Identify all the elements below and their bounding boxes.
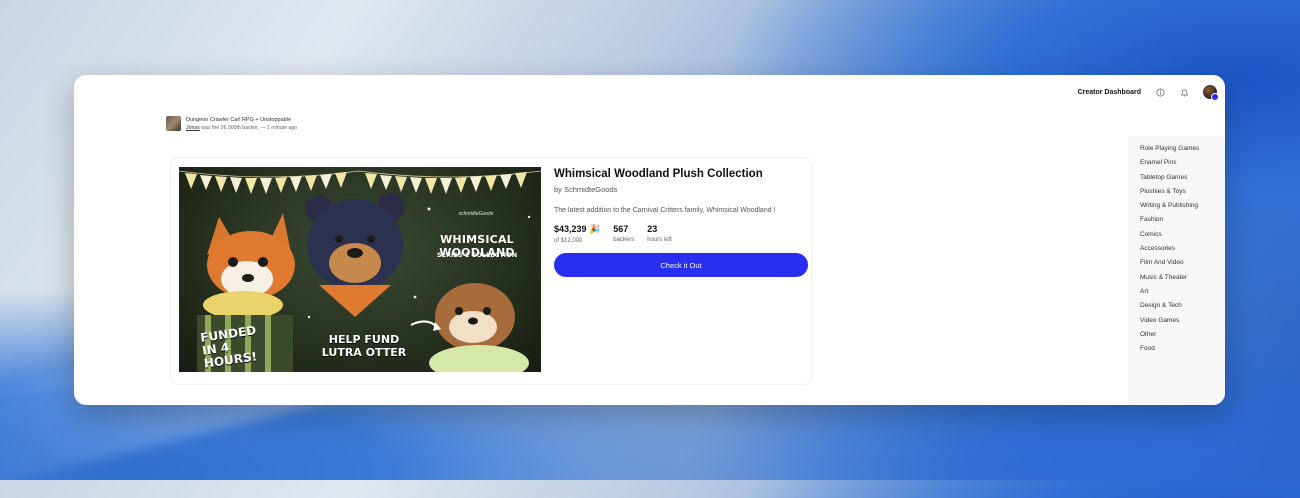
stat-backers-label: backers (613, 237, 635, 243)
stat-backers: 567 backers (613, 224, 634, 244)
category-item[interactable]: Music & Theater (1140, 271, 1225, 285)
category-item[interactable]: Plushies & Toys (1140, 185, 1225, 199)
stat-time-left-value: 23 (647, 224, 658, 234)
category-item[interactable]: Other (1140, 328, 1225, 342)
category-item[interactable]: Film And Video (1140, 256, 1225, 270)
check-it-out-button[interactable]: Check it Out (554, 253, 808, 277)
category-item[interactable]: Food (1140, 342, 1225, 356)
category-item[interactable]: Tabletop Games (1140, 171, 1225, 185)
category-item[interactable]: Role Playing Games (1140, 142, 1225, 156)
activity-feed-item[interactable]: Dungeon Crawler Carl RPG + Unstoppable J… (166, 116, 297, 132)
bell-icon[interactable] (1179, 87, 1189, 97)
activity-message: Jonas was the 26,000th backer. — 1 minut… (186, 124, 297, 132)
top-bar: Creator Dashboard (1078, 75, 1225, 109)
activity-project-thumbnail (166, 116, 181, 131)
category-item[interactable]: Comics (1140, 228, 1225, 242)
activity-text: was the 26,000th backer. (201, 125, 259, 131)
stat-backers-value: 567 (613, 224, 629, 234)
category-item[interactable]: Writing & Publishing (1140, 199, 1225, 213)
stat-pledged: $43,239 🎉 of $12,000 (554, 224, 600, 244)
category-item[interactable]: Accessories (1140, 242, 1225, 256)
category-item[interactable]: Video Games (1140, 314, 1225, 328)
category-item[interactable]: Enamel Pins (1140, 156, 1225, 170)
notification-badge (1211, 93, 1219, 101)
creator-dashboard-link[interactable]: Creator Dashboard (1078, 89, 1141, 96)
info-icon[interactable] (1155, 87, 1165, 97)
activity-user-link[interactable]: Jonas (186, 125, 200, 131)
project-stats: $43,239 🎉 of $12,000 567 backers 23 hour… (554, 224, 814, 244)
category-item[interactable]: Art (1140, 285, 1225, 299)
project-hero-image[interactable]: schmidteGoods WHIMSICAL WOODLAND SERIES … (179, 167, 541, 372)
hero-help-stamp: HELP FUND LUTRA OTTER (321, 333, 407, 359)
stat-pledged-value: $43,239 🎉 (554, 224, 601, 234)
featured-project-card: schmidteGoods WHIMSICAL WOODLAND SERIES … (170, 157, 812, 385)
activity-project-name[interactable]: Dungeon Crawler Carl RPG + Unstoppable (186, 116, 297, 124)
hero-brand-text: schmidteGoods (458, 211, 494, 217)
project-creator[interactable]: by SchmidteGoods (554, 185, 814, 194)
user-avatar[interactable] (1203, 85, 1219, 101)
stat-time-left: 23 hours left (647, 224, 672, 244)
category-list: Role Playing Games Enamel Pins Tabletop … (1128, 136, 1225, 356)
stat-time-left-label: hours left (647, 237, 672, 243)
project-title[interactable]: Whimsical Woodland Plush Collection (554, 168, 814, 180)
browser-window: Creator Dashboard Dungeon Crawler Carl R… (74, 75, 1225, 405)
category-sidebar: Role Playing Games Enamel Pins Tabletop … (1128, 136, 1225, 405)
project-description: The latest addition to the Carnival Crit… (554, 207, 776, 214)
stat-pledged-label: of $12,000 (554, 238, 583, 244)
activity-time: — 1 minute ago (260, 125, 298, 131)
hero-subtitle-text: SERIES 1 COLLECTION (436, 251, 518, 259)
category-item[interactable]: Design & Tech (1140, 299, 1225, 313)
project-info: Whimsical Woodland Plush Collection by S… (554, 168, 814, 277)
category-item[interactable]: Fashion (1140, 213, 1225, 227)
